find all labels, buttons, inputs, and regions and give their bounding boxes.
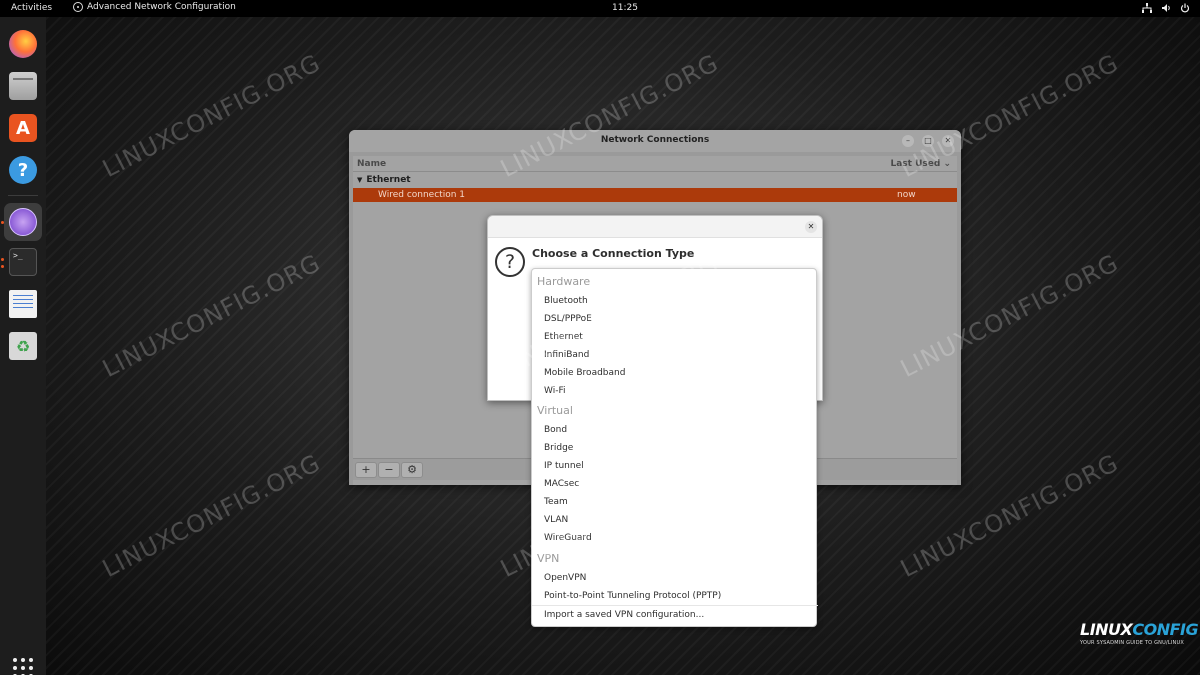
volume-icon (1160, 2, 1171, 13)
trash-icon: ♻ (9, 332, 37, 360)
menu-item-bluetooth[interactable]: Bluetooth (544, 296, 588, 306)
menu-header-vpn: VPN (537, 552, 560, 565)
maximize-icon[interactable]: □ (922, 135, 934, 147)
table-row[interactable]: Wired connection 1 now (353, 188, 957, 202)
menu-item-mobile-broadband[interactable]: Mobile Broadband (544, 368, 625, 378)
gear-icon[interactable]: ⚙ (401, 462, 423, 478)
dock-software[interactable]: A (4, 109, 42, 147)
menu-item-vlan[interactable]: VLAN (544, 515, 568, 525)
menu-header-virtual: Virtual (537, 404, 573, 417)
menu-item-wifi[interactable]: Wi-Fi (544, 386, 565, 396)
connection-name: Wired connection 1 (378, 190, 465, 200)
logo-brand: LINUXCONFIG (1080, 620, 1199, 639)
close-icon[interactable]: ✕ (942, 135, 954, 147)
minimize-icon[interactable]: – (902, 135, 914, 147)
menu-item-ip-tunnel[interactable]: IP tunnel (544, 461, 584, 471)
dock-files[interactable] (4, 67, 42, 105)
system-tray[interactable] (1141, 2, 1190, 13)
dialog-heading: Choose a Connection Type (532, 247, 695, 260)
app-menu-icon (73, 2, 83, 12)
menu-item-openvpn[interactable]: OpenVPN (544, 573, 586, 583)
group-ethernet[interactable]: ▼ Ethernet (357, 175, 411, 185)
software-icon: A (9, 114, 37, 142)
close-icon[interactable]: ✕ (805, 221, 817, 233)
dialog-titlebar[interactable]: ✕ (488, 216, 822, 238)
menu-item-bond[interactable]: Bond (544, 425, 567, 435)
show-apps-icon[interactable] (13, 658, 33, 675)
menu-item-bridge[interactable]: Bridge (544, 443, 573, 453)
question-icon: ? (495, 247, 525, 277)
dock-text-editor[interactable] (4, 285, 42, 323)
chevron-down-icon: ▼ (357, 176, 363, 184)
menu-item-dsl[interactable]: DSL/PPPoE (544, 314, 592, 324)
linuxconfig-logo: LINUXCONFIG YOUR SYSADMIN GUIDE TO GNU/L… (1080, 620, 1199, 646)
column-last-used[interactable]: Last Used ⌄ (891, 159, 952, 169)
network-editor-icon (9, 208, 37, 236)
window-titlebar[interactable]: Network Connections – □ ✕ (349, 130, 961, 152)
menu-item-team[interactable]: Team (544, 497, 568, 507)
menu-separator (532, 605, 818, 606)
files-icon (9, 72, 37, 100)
dock-help[interactable]: ? (4, 151, 42, 189)
add-button[interactable]: + (355, 462, 377, 478)
top-bar: Activities Advanced Network Configuratio… (0, 0, 1200, 17)
menu-header-hardware: Hardware (537, 275, 591, 288)
menu-item-import-vpn[interactable]: Import a saved VPN configuration... (544, 610, 704, 620)
menu-item-ethernet[interactable]: Ethernet (544, 332, 583, 342)
menu-item-wireguard[interactable]: WireGuard (544, 533, 592, 543)
chevron-down-icon: ⌄ (943, 159, 951, 169)
dock-separator (8, 195, 38, 196)
dock-network-editor[interactable] (4, 203, 42, 241)
menu-item-pptp[interactable]: Point-to-Point Tunneling Protocol (PPTP) (544, 591, 721, 601)
remove-button[interactable]: − (378, 462, 400, 478)
app-menu-label: Advanced Network Configuration (87, 2, 236, 12)
help-icon: ? (9, 156, 37, 184)
window-title: Network Connections (600, 135, 710, 145)
power-icon (1179, 2, 1190, 13)
dock-trash[interactable]: ♻ (4, 327, 42, 365)
menu-item-macsec[interactable]: MACsec (544, 479, 579, 489)
text-editor-icon (9, 290, 37, 318)
connection-last-used: now (897, 190, 916, 200)
dock: A ? >_ ♻ (0, 17, 46, 675)
firefox-icon (9, 30, 37, 58)
connection-type-menu[interactable]: Hardware Bluetooth DSL/PPPoE Ethernet In… (531, 268, 818, 627)
app-menu[interactable]: Advanced Network Configuration (73, 2, 236, 12)
dock-terminal[interactable]: >_ (4, 243, 42, 281)
menu-item-infiniband[interactable]: InfiniBand (544, 350, 589, 360)
clock[interactable]: 11:25 (612, 3, 638, 13)
terminal-icon: >_ (9, 248, 37, 276)
column-name[interactable]: Name (357, 159, 386, 169)
list-header: Name Last Used ⌄ (353, 156, 957, 172)
logo-tagline: YOUR SYSADMIN GUIDE TO GNU/LINUX (1080, 640, 1184, 646)
network-icon (1141, 2, 1152, 13)
dock-firefox[interactable] (4, 25, 42, 63)
activities-button[interactable]: Activities (11, 3, 52, 13)
